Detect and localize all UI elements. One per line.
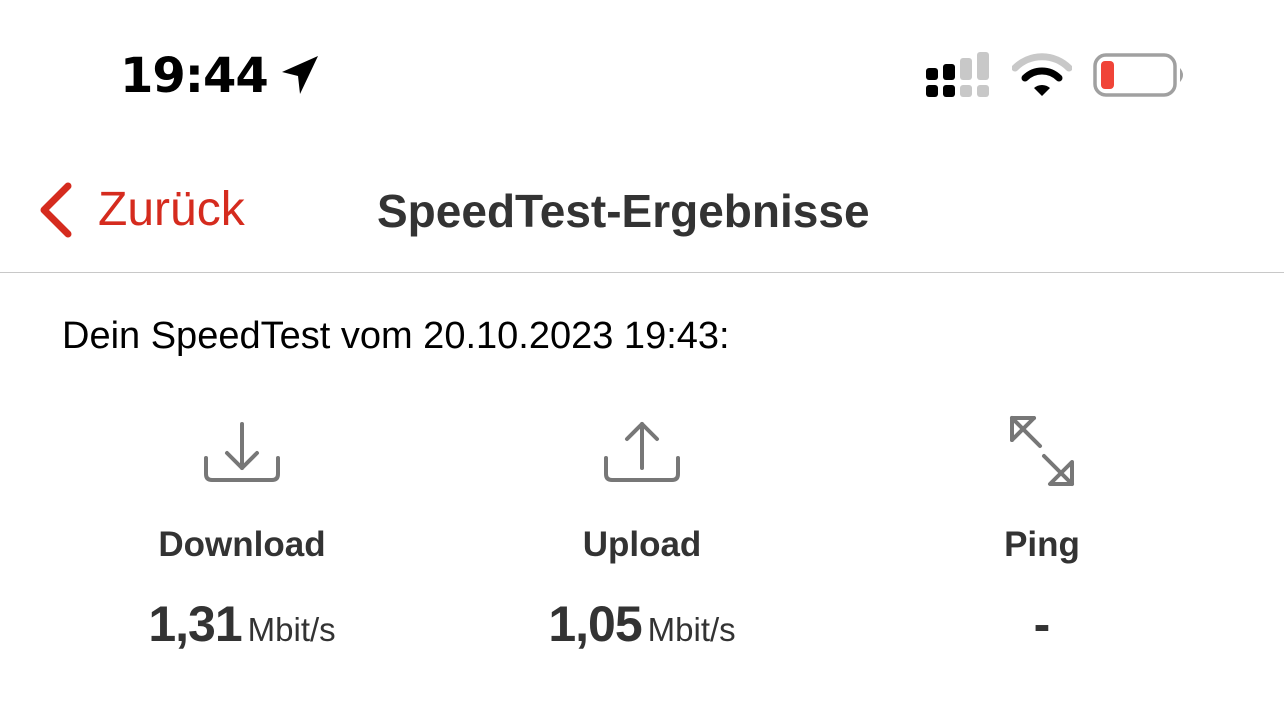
upload-value: 1,05 Mbit/s bbox=[492, 594, 792, 667]
status-time: 19:44 bbox=[120, 48, 269, 104]
battery-low-icon bbox=[1093, 53, 1183, 97]
upload-icon bbox=[604, 422, 680, 482]
download-number: 1,31 bbox=[148, 596, 242, 652]
ping-number: - bbox=[1033, 596, 1051, 652]
back-button[interactable]: Zurück bbox=[36, 174, 245, 246]
page-title: SpeedTest-Ergebnisse bbox=[377, 185, 870, 237]
download-metric: Download 1,31 Mbit/s bbox=[92, 410, 392, 667]
download-label: Download bbox=[158, 525, 326, 564]
download-icon bbox=[204, 422, 280, 482]
download-value: 1,31 Mbit/s bbox=[92, 594, 392, 667]
upload-label: Upload bbox=[582, 525, 702, 564]
ping-label: Ping bbox=[1004, 525, 1080, 564]
ping-value: - bbox=[892, 594, 1192, 667]
ping-metric: Ping - bbox=[892, 410, 1192, 667]
upload-unit: Mbit/s bbox=[647, 611, 736, 648]
location-arrow-icon bbox=[282, 56, 318, 94]
upload-number: 1,05 bbox=[548, 596, 642, 652]
chevron-left-icon bbox=[40, 182, 72, 238]
back-label: Zurück bbox=[98, 183, 245, 236]
ping-arrows-icon bbox=[1010, 416, 1074, 486]
upload-metric: Upload 1,05 Mbit/s bbox=[492, 410, 792, 667]
cellular-signal-icon bbox=[926, 52, 989, 97]
download-unit: Mbit/s bbox=[247, 611, 336, 648]
wifi-icon bbox=[1012, 53, 1072, 96]
status-bar: 19:44 bbox=[0, 0, 1284, 140]
speedtest-date-text: Dein SpeedTest vom 20.10.2023 19:43: bbox=[62, 315, 730, 357]
navigation-bar: Zurück SpeedTest-Ergebnisse bbox=[0, 140, 1284, 273]
